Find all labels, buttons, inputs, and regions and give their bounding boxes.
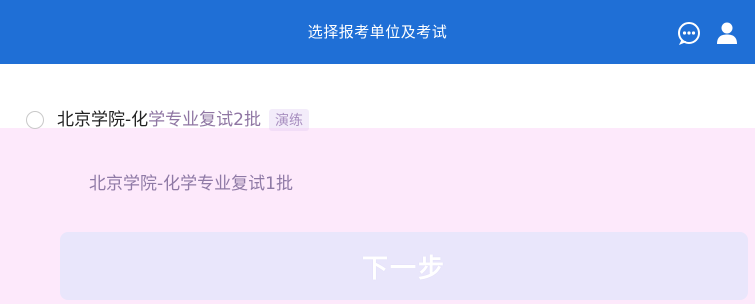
next-button-label: 下一步 (361, 253, 446, 284)
exam-option-label-rest: 学专业复试2批 (148, 110, 261, 130)
chat-icon[interactable] (676, 20, 702, 46)
exam-option-row[interactable]: 北京学院-化学专业复试2批 演练 (26, 106, 309, 134)
exam-option-label-prefix: 北京学院-化 (57, 110, 149, 130)
top-bar: 选择报考单位及考试 (0, 0, 755, 64)
exam-radio-button[interactable] (26, 111, 44, 129)
exam-tag-badge: 演练 (268, 109, 309, 131)
user-icon[interactable] (714, 20, 740, 46)
page-title: 选择报考单位及考试 (307, 23, 448, 41)
exam-option-label: 北京学院-化学专业复试2批 (57, 108, 261, 132)
exam-sub-option[interactable]: 北京学院-化学专业复试1批 (89, 172, 293, 196)
next-button[interactable]: 下一步 (60, 232, 748, 300)
